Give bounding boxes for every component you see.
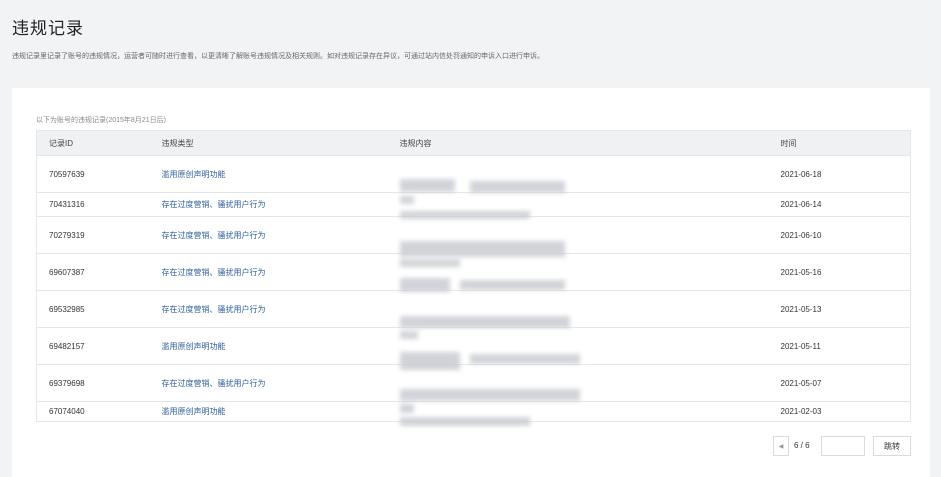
record-id: 69379698 [36, 364, 150, 402]
column-header-content: 违规内容 [387, 130, 769, 156]
column-header-id: 记录ID [36, 130, 150, 156]
page-title: 违规记录 [12, 19, 84, 38]
table-caption: 以下为账号的违规记录(2015年8月21日后) [36, 117, 166, 124]
prev-page-button[interactable]: ◀ [773, 436, 789, 456]
page-description: 违规记录里记录了账号的违规情况，运营者可随时进行查看，以更清晰了解账号违规情况及… [12, 53, 544, 60]
record-id: 70597639 [36, 155, 150, 193]
table-row: 70279319 存在过度营销、骚扰用户行为 2021-06-10 [36, 216, 911, 267]
chevron-left-icon: ◀ [778, 443, 784, 450]
record-id: 67074040 [49, 407, 85, 416]
record-time: 2021-05-11 [768, 327, 911, 365]
blurred-content [387, 290, 769, 339]
violation-type-link[interactable]: 存在过度营销、骚扰用户行为 [149, 290, 388, 328]
record-id: 70431316 [36, 192, 150, 217]
record-time: 2021-05-07 [768, 364, 911, 402]
violation-type-link[interactable]: 滥用原创声明功能 [150, 402, 388, 422]
table-row: 69482157 滥用原创声明功能 2021-05-11 [36, 327, 911, 370]
record-time: 2021-02-03 [780, 407, 822, 416]
blurred-content [387, 192, 769, 219]
jump-button[interactable]: 跳转 [873, 436, 911, 456]
table-row: 69532985 存在过度营销、骚扰用户行为 2021-05-13 [36, 290, 911, 339]
violation-type-link[interactable]: 存在过度营销、骚扰用户行为 [149, 364, 388, 402]
record-time: 2021-06-10 [768, 216, 911, 254]
record-time: 2021-05-13 [768, 290, 911, 328]
violation-type-link[interactable]: 滥用原创声明功能 [149, 327, 388, 365]
record-id: 69482157 [36, 327, 150, 365]
violation-type-link[interactable]: 滥用原创声明功能 [149, 155, 388, 193]
record-time: 2021-06-14 [768, 192, 911, 217]
records-card: 以下为账号的违规记录(2015年8月21日后) 记录ID 违规类型 违规内容 时… [12, 88, 930, 477]
blurred-content [387, 364, 769, 413]
record-time: 2021-06-18 [768, 155, 911, 193]
column-header-type: 违规类型 [149, 130, 388, 156]
record-id: 70279319 [36, 216, 150, 254]
blurred-content [387, 155, 769, 204]
page-header: 违规记录 违规记录里记录了账号的违规情况，运营者可随时进行查看，以更清晰了解账号… [0, 0, 941, 80]
blurred-content [388, 402, 769, 426]
page-indicator: 6 / 6 [794, 441, 810, 450]
table-row: 70431316 存在过度营销、骚扰用户行为 2021-06-14 [36, 192, 911, 219]
record-id: 69532985 [36, 290, 150, 328]
violation-records-table: 记录ID 违规类型 违规内容 时间 70597639 滥用原创声明功能 2021… [36, 130, 911, 426]
violation-type-link[interactable]: 存在过度营销、骚扰用户行为 [149, 216, 388, 254]
table-row: 67074040 滥用原创声明功能 2021-02-03 [37, 402, 911, 426]
violation-type-link[interactable]: 存在过度营销、骚扰用户行为 [149, 192, 388, 217]
record-id: 69607387 [36, 253, 150, 291]
table-row: 69607387 存在过度营销、骚扰用户行为 2021-05-16 [36, 253, 911, 292]
column-header-time: 时间 [768, 130, 911, 156]
table-row: 69379698 存在过度营销、骚扰用户行为 2021-05-07 [36, 364, 911, 413]
record-time: 2021-05-16 [768, 253, 911, 291]
blurred-content [387, 216, 769, 267]
blurred-content [387, 327, 769, 370]
table-row: 70597639 滥用原创声明功能 2021-06-18 [36, 155, 911, 204]
page-jump-input[interactable] [821, 436, 865, 456]
violation-type-link[interactable]: 存在过度营销、骚扰用户行为 [149, 253, 388, 291]
table-header-row: 记录ID 违规类型 违规内容 时间 [36, 130, 911, 156]
